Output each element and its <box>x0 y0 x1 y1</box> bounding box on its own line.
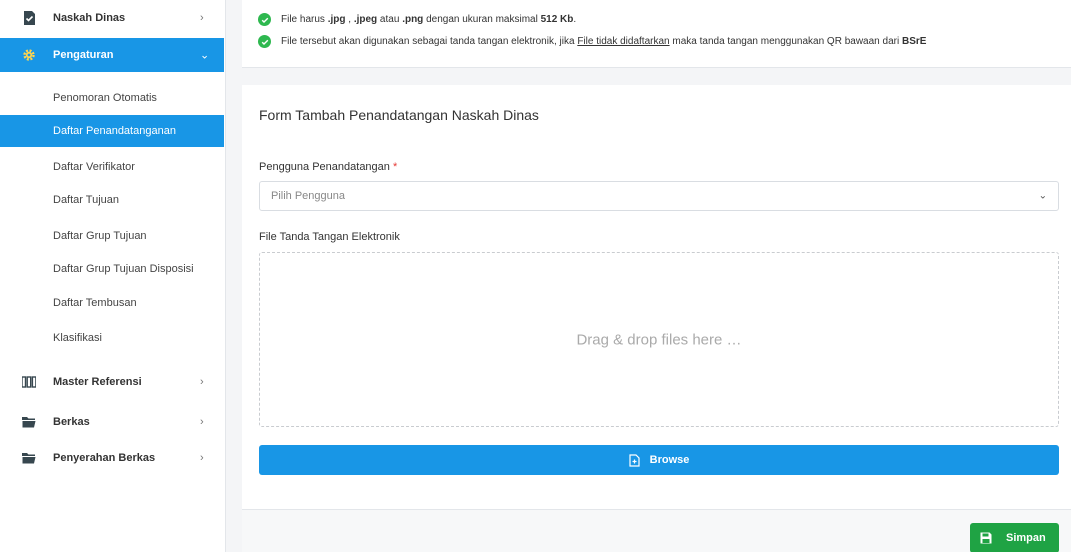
submenu-daftar-verifikator[interactable]: Daftar Verifikator <box>0 151 224 183</box>
submenu-daftar-penandatanganan[interactable]: Daftar Penandatanganan <box>0 115 224 147</box>
form-title: Form Tambah Penandatangan Naskah Dinas <box>259 107 539 123</box>
submenu-daftar-grup-tujuan-disposisi[interactable]: Daftar Grup Tujuan Disposisi <box>0 253 224 285</box>
save-label: Simpan <box>1006 532 1046 544</box>
submenu-label: Daftar Grup Tujuan Disposisi <box>53 263 194 275</box>
form-card: Form Tambah Penandatangan Naskah Dinas P… <box>242 85 1071 552</box>
info-text: File tersebut akan digunakan sebagai tan… <box>281 36 927 47</box>
chevron-down-icon: ⌄ <box>200 49 210 62</box>
sidebar-item-label: Berkas <box>53 416 90 428</box>
unregistered-file-link[interactable]: File tidak didaftarkan <box>577 36 669 47</box>
sidebar-item-naskah-dinas[interactable]: Naskah Dinas › <box>0 1 224 35</box>
submenu-label: Daftar Penandatanganan <box>53 125 176 137</box>
user-select[interactable]: Pilih Pengguna ⌄ <box>259 181 1059 211</box>
document-check-icon <box>22 11 36 25</box>
check-circle-icon <box>258 13 271 26</box>
file-add-icon <box>629 453 640 467</box>
submenu-penomoran-otomatis[interactable]: Penomoran Otomatis <box>0 82 224 114</box>
browse-button[interactable]: Browse <box>259 445 1059 475</box>
sidebar-item-label: Penyerahan Berkas <box>53 452 156 464</box>
chevron-right-icon: › <box>200 452 204 464</box>
submenu-daftar-grup-tujuan[interactable]: Daftar Grup Tujuan <box>0 220 224 252</box>
chevron-down-icon: ⌄ <box>1038 190 1047 202</box>
grid-icon <box>22 375 36 389</box>
sidebar-item-label: Naskah Dinas <box>53 12 126 24</box>
required-mark: * <box>392 161 398 173</box>
submenu-label: Daftar Tujuan <box>53 194 120 206</box>
sidebar-item-label: Master Referensi <box>53 376 142 388</box>
submenu-label: Penomoran Otomatis <box>53 92 157 104</box>
chevron-right-icon: › <box>200 376 204 388</box>
sidebar: Naskah Dinas › Pengaturan ⌄ Penomoran Ot… <box>0 0 226 552</box>
save-button[interactable]: Simpan <box>970 523 1059 552</box>
save-icon <box>980 532 992 544</box>
chevron-right-icon: › <box>200 12 204 24</box>
submenu-daftar-tujuan[interactable]: Daftar Tujuan <box>0 184 224 216</box>
sidebar-item-label: Pengaturan <box>53 49 114 61</box>
browse-label: Browse <box>649 454 690 466</box>
sidebar-item-berkas[interactable]: Berkas › <box>0 405 224 439</box>
folder-icon <box>22 451 36 465</box>
file-dropzone[interactable]: Drag & drop files here … <box>259 252 1059 427</box>
sidebar-item-penyerahan-berkas[interactable]: Penyerahan Berkas › <box>0 441 224 475</box>
info-card: File harus .jpg , .jpeg atau .png dengan… <box>242 0 1071 68</box>
submenu-label: Klasifikasi <box>53 332 102 344</box>
dropzone-text: Drag & drop files here … <box>576 331 742 348</box>
folder-icon <box>22 415 36 429</box>
submenu-daftar-tembusan[interactable]: Daftar Tembusan <box>0 287 224 319</box>
sidebar-item-pengaturan[interactable]: Pengaturan ⌄ <box>0 38 224 72</box>
submenu-label: Daftar Verifikator <box>53 161 135 173</box>
submenu-label: Daftar Grup Tujuan <box>53 230 147 242</box>
check-circle-icon <box>258 35 271 48</box>
user-field-label: Pengguna Penandatangan * <box>259 161 398 173</box>
info-text: File harus .jpg , .jpeg atau .png dengan… <box>281 14 577 25</box>
form-footer: Simpan <box>242 509 1071 552</box>
info-line-usage: File tersebut akan digunakan sebagai tan… <box>258 35 926 48</box>
chevron-right-icon: › <box>200 416 204 428</box>
gear-icon <box>22 48 36 62</box>
info-line-format: File harus .jpg , .jpeg atau .png dengan… <box>258 13 576 26</box>
sidebar-item-master-referensi[interactable]: Master Referensi › <box>0 365 224 399</box>
user-select-placeholder: Pilih Pengguna <box>271 190 346 202</box>
submenu-klasifikasi[interactable]: Klasifikasi <box>0 322 224 354</box>
submenu-label: Daftar Tembusan <box>53 297 137 309</box>
file-field-label: File Tanda Tangan Elektronik <box>259 231 400 243</box>
